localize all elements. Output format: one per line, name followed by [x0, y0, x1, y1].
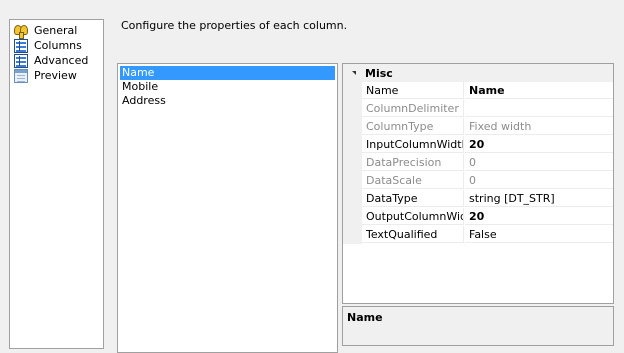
property-row-dataprecision[interactable]: DataPrecision 0 [343, 154, 613, 172]
property-value[interactable]: 20 [465, 208, 613, 225]
property-value[interactable]: 0 [465, 172, 613, 189]
preview-icon [14, 68, 28, 83]
property-row-textqualified[interactable]: TextQualified False [343, 226, 613, 244]
property-value[interactable]: Fixed width [465, 118, 613, 135]
nav-item-general[interactable]: General [14, 23, 102, 39]
property-row-columndelimiter[interactable]: ColumnDelimiter [343, 100, 613, 118]
property-value[interactable] [465, 100, 613, 117]
property-value[interactable]: 0 [465, 154, 613, 171]
property-name: Name [362, 82, 464, 99]
collapse-triangle-icon[interactable] [352, 71, 356, 75]
property-name: ColumnType [362, 118, 464, 135]
list-item-address[interactable]: Address [120, 94, 335, 108]
property-grid: Misc Name Name ColumnDelimiter ColumnTyp… [342, 63, 614, 304]
nav-item-advanced[interactable]: Advanced [14, 53, 102, 68]
property-name: DataType [362, 190, 464, 207]
list-item-mobile[interactable]: Mobile [120, 80, 335, 94]
property-value[interactable]: False [465, 226, 613, 243]
help-title: Name [347, 311, 383, 324]
page-description: Configure the properties of each column. [121, 19, 348, 32]
nav-item-columns[interactable]: Columns [14, 38, 102, 53]
property-name: InputColumnWidth [362, 136, 464, 153]
property-help-panel: Name [342, 306, 614, 346]
property-name: ColumnDelimiter [362, 100, 464, 117]
property-row-name[interactable]: Name Name [343, 82, 613, 100]
nav-panel: General Columns Advanced Preview [9, 19, 104, 349]
property-row-columntype[interactable]: ColumnType Fixed width [343, 118, 613, 136]
column-list[interactable]: Name Mobile Address [117, 63, 338, 353]
property-value[interactable]: 20 [465, 136, 613, 153]
property-value[interactable]: string [DT_STR] [465, 190, 613, 207]
list-item-name[interactable]: Name [120, 66, 335, 80]
property-row-datascale[interactable]: DataScale 0 [343, 172, 613, 190]
property-row-outputcolumnwidth[interactable]: OutputColumnWidth 20 [343, 208, 613, 226]
columns-grid-icon [14, 38, 28, 53]
category-row-misc[interactable]: Misc [343, 64, 613, 82]
property-name: DataScale [362, 172, 464, 189]
general-icon [14, 24, 28, 39]
nav-item-label: Preview [34, 69, 77, 82]
nav-item-label: General [34, 24, 78, 37]
property-row-inputcolumnwidth[interactable]: InputColumnWidth 20 [343, 136, 613, 154]
property-name: DataPrecision [362, 154, 464, 171]
property-name: TextQualified [362, 226, 464, 243]
advanced-grid-icon [14, 53, 28, 68]
nav-item-label: Advanced [34, 54, 89, 67]
category-label: Misc [365, 66, 393, 80]
property-row-datatype[interactable]: DataType string [DT_STR] [343, 190, 613, 208]
property-value[interactable]: Name [465, 82, 613, 99]
property-name: OutputColumnWidth [362, 208, 464, 225]
nav-item-preview[interactable]: Preview [14, 68, 102, 83]
nav-item-label: Columns [34, 39, 82, 52]
